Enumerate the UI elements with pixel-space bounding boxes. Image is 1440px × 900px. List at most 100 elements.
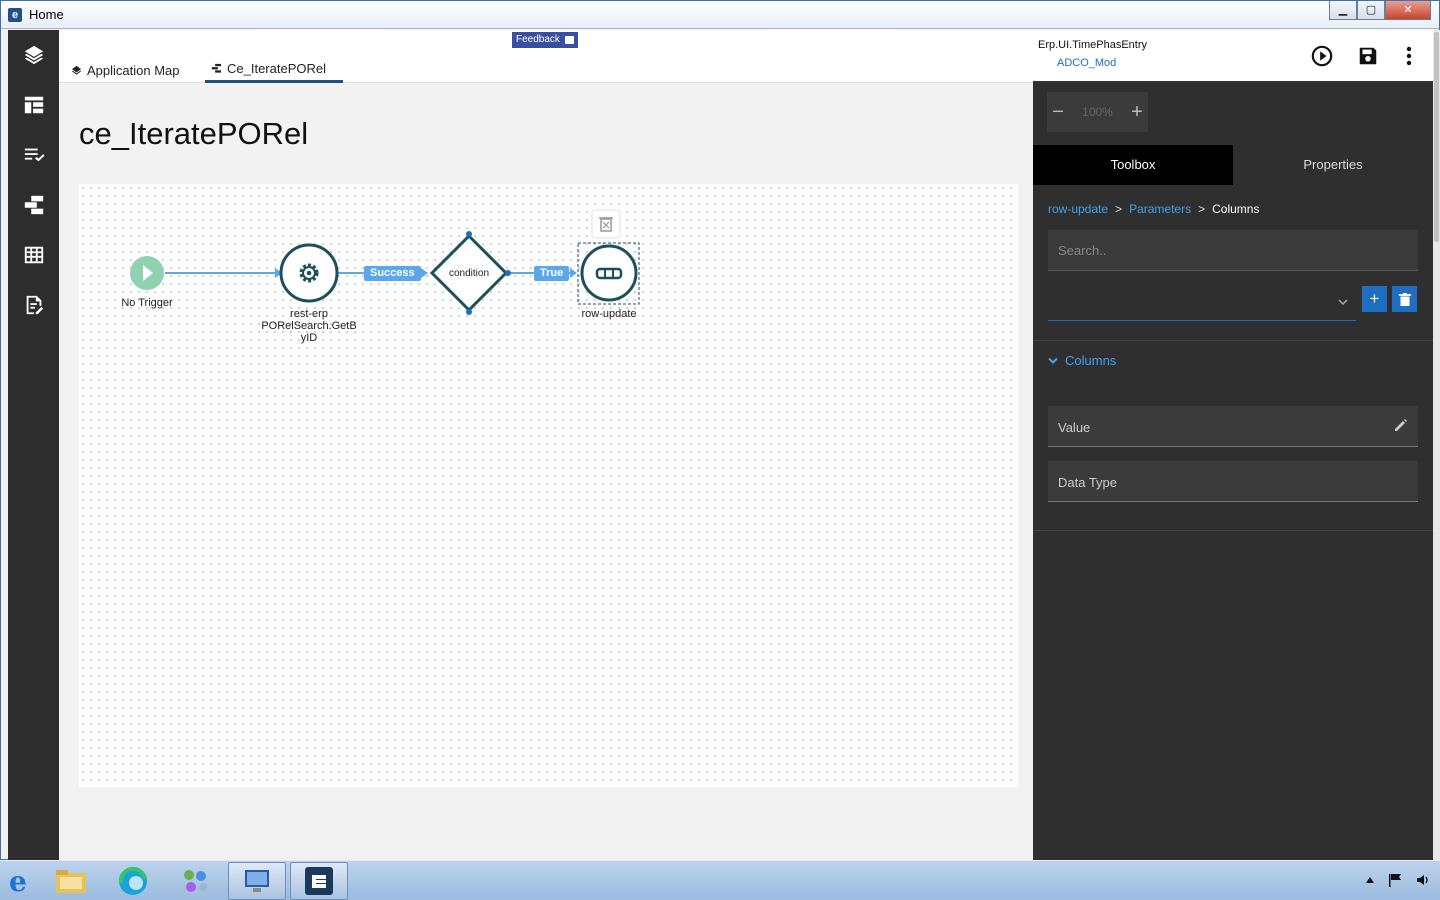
- delete-node-button[interactable]: [591, 209, 621, 239]
- zoom-out-button[interactable]: −: [1047, 101, 1069, 124]
- column-select[interactable]: [1048, 285, 1356, 321]
- row-update-label: row-update: [581, 308, 637, 320]
- arrow-icon: [421, 268, 428, 278]
- tab-bar: Feedback Application Map Ce_IteratePORel: [59, 30, 1033, 83]
- app-cluster-icon: [184, 870, 207, 892]
- panel-header: Erp.UI.TimePhasEntry ADCO_Mod: [1033, 30, 1433, 83]
- title-bar: e Home ▁ ▢ ✕: [1, 1, 1439, 29]
- left-sidebar: [8, 30, 59, 861]
- breadcrumb-separator: >: [1115, 202, 1123, 216]
- save-icon: [1359, 47, 1377, 65]
- module-name: ADCO_Mod: [1057, 57, 1117, 69]
- zoom-control: − 100% +: [1047, 92, 1148, 132]
- monitor-icon: [245, 870, 269, 892]
- breadcrumb-row-update[interactable]: row-update: [1048, 202, 1108, 216]
- edge-label-success[interactable]: Success: [364, 266, 421, 281]
- ie-icon: e: [9, 867, 27, 895]
- scrollbar-thumb[interactable]: [1434, 32, 1439, 242]
- layers-icon: [71, 65, 82, 75]
- value-field-label: Value: [1058, 420, 1091, 435]
- sidebar-item-tasks[interactable]: [8, 130, 59, 180]
- trash-icon: [1398, 292, 1411, 306]
- edge-taskbar-icon[interactable]: [104, 862, 162, 900]
- kebab-menu-icon: [1406, 46, 1412, 66]
- sidebar-item-form[interactable]: [8, 280, 59, 330]
- epicor-logo-icon: [305, 867, 333, 895]
- svg-text:e: e: [9, 867, 27, 895]
- delete-column-button[interactable]: [1392, 286, 1417, 312]
- epicor-taskbar-icon[interactable]: [290, 862, 348, 900]
- minimize-button[interactable]: ▁: [1329, 1, 1357, 20]
- rest-label-line: yID: [300, 332, 318, 344]
- flag-icon[interactable]: [1388, 873, 1402, 887]
- connector-dot[interactable]: [466, 309, 472, 315]
- chevron-down-icon: [1048, 357, 1058, 364]
- feedback-button[interactable]: Feedback: [512, 32, 578, 48]
- columns-section-toggle[interactable]: Columns: [1048, 353, 1116, 368]
- app-window: e Home ▁ ▢ ✕ Feedback Application Map Ce…: [0, 0, 1440, 861]
- panel-scrollbar[interactable]: [1433, 30, 1440, 861]
- zoom-level: 100%: [1082, 105, 1113, 119]
- ie-taskbar-icon[interactable]: e: [0, 862, 40, 900]
- edge-label-true[interactable]: True: [534, 266, 570, 281]
- app-logo-icon: e: [8, 8, 22, 22]
- tab-label: Ce_IteratePORel: [227, 61, 326, 76]
- edge-icon: [118, 866, 147, 895]
- properties-panel: Erp.UI.TimePhasEntry ADCO_Mod − 100% + T…: [1033, 30, 1433, 861]
- row-update-node[interactable]: [580, 244, 638, 302]
- value-field[interactable]: Value: [1048, 406, 1418, 447]
- tab-properties[interactable]: Properties: [1233, 145, 1433, 185]
- condition-label: condition: [448, 268, 490, 279]
- add-column-button[interactable]: +: [1362, 286, 1387, 312]
- dashboard-icon: [24, 96, 43, 114]
- panel-tabs: Toolbox Properties: [1033, 145, 1433, 185]
- connector-dot[interactable]: [466, 231, 472, 237]
- data-type-field[interactable]: Data Type: [1048, 461, 1418, 502]
- chevron-up-icon[interactable]: [1366, 877, 1374, 883]
- data-type-field-label: Data Type: [1058, 475, 1118, 490]
- sidebar-item-dashboard[interactable]: [8, 80, 59, 130]
- sidebar-item-table[interactable]: [8, 230, 59, 280]
- tab-application-map[interactable]: Application Map: [65, 57, 186, 83]
- breadcrumb-columns: Columns: [1212, 202, 1260, 216]
- tab-current-flow[interactable]: Ce_IteratePORel: [205, 57, 343, 83]
- close-button[interactable]: ✕: [1385, 1, 1431, 20]
- zoom-in-button[interactable]: +: [1126, 101, 1148, 124]
- main-area: Feedback Application Map Ce_IteratePORel…: [59, 30, 1033, 861]
- save-button[interactable]: [1356, 44, 1380, 68]
- sidebar-item-layers[interactable]: [8, 30, 59, 80]
- layers-icon: [24, 45, 43, 65]
- flow-icon: [211, 63, 222, 73]
- window-title: Home: [29, 7, 64, 22]
- explorer-taskbar-icon[interactable]: [42, 862, 100, 900]
- speaker-icon[interactable]: [1416, 873, 1430, 887]
- breadcrumb-separator: >: [1198, 202, 1206, 216]
- remote-desktop-taskbar-icon[interactable]: [228, 862, 286, 900]
- chat-icon: [564, 36, 574, 44]
- tab-label: Application Map: [87, 62, 180, 78]
- plus-icon: +: [1369, 289, 1380, 308]
- play-circle-icon: [1311, 45, 1333, 67]
- search-input[interactable]: [1048, 230, 1418, 271]
- maximize-button[interactable]: ▢: [1357, 1, 1385, 20]
- rest-label-line: PORelSearch.GetB: [261, 320, 357, 332]
- feedback-label: Feedback: [516, 34, 560, 45]
- divider: [1033, 530, 1433, 531]
- sidebar-item-flow[interactable]: [8, 180, 59, 230]
- arrow-icon: [570, 268, 577, 278]
- rest-label-line: rest-erp: [290, 308, 328, 320]
- tasks-icon: [24, 148, 45, 162]
- flow-canvas[interactable]: No Trigger rest-erp PORelSearch.GetB yID…: [79, 184, 1018, 787]
- columns-section-label: Columns: [1065, 353, 1117, 368]
- taskbar: e: [0, 860, 1440, 900]
- table-icon: [24, 246, 43, 264]
- breadcrumb-parameters[interactable]: Parameters: [1129, 202, 1191, 216]
- run-button[interactable]: [1310, 44, 1334, 68]
- tab-toolbox[interactable]: Toolbox: [1033, 145, 1233, 185]
- form-edit-icon: [26, 295, 43, 315]
- pencil-icon[interactable]: [1394, 418, 1408, 432]
- divider: [1033, 340, 1433, 341]
- app-taskbar-icon[interactable]: [166, 862, 224, 900]
- more-options-button[interactable]: [1397, 44, 1421, 68]
- trigger-label: No Trigger: [121, 297, 173, 309]
